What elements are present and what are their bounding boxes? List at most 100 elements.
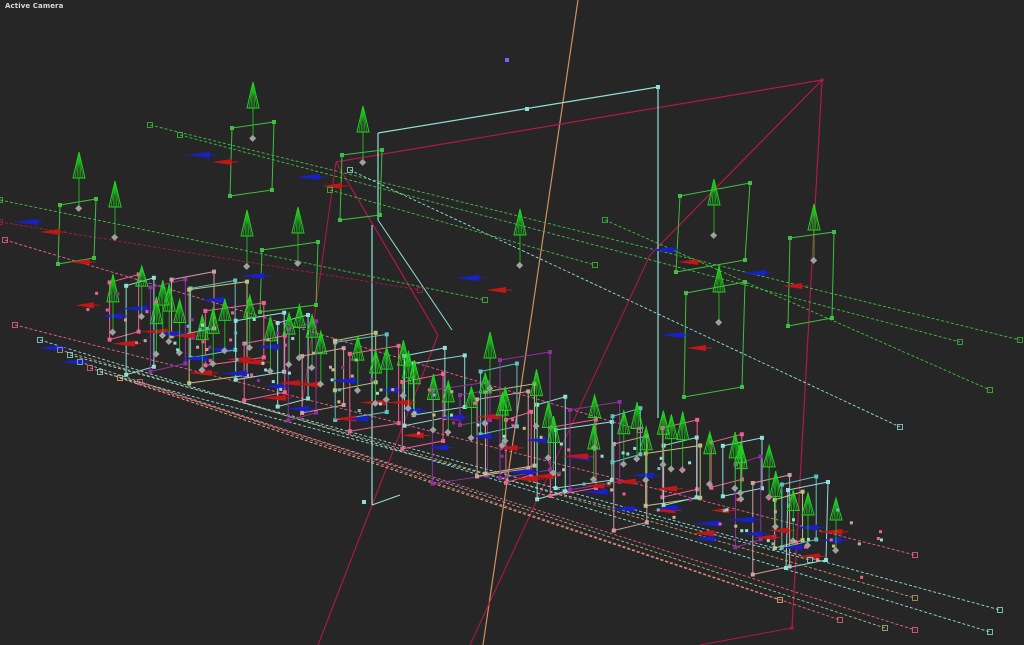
frame-corner: [563, 394, 568, 399]
frame-corner: [275, 320, 280, 325]
control-point: [370, 378, 374, 382]
arrow-head: [256, 343, 279, 350]
frame-corner: [430, 481, 435, 486]
guide-line: [335, 79, 823, 163]
control-point: [710, 486, 714, 490]
scene-canvas[interactable]: [0, 0, 1024, 645]
frame-outline: [683, 281, 746, 398]
direction-arrow-icon: [240, 273, 270, 279]
control-point: [375, 391, 379, 395]
frame-corner: [750, 480, 755, 485]
direction-arrow-icon: [471, 433, 498, 440]
control-point: [836, 508, 840, 512]
control-point: [849, 521, 853, 525]
frame-corner: [270, 188, 274, 192]
frame-corner: [610, 460, 615, 465]
frame-outline: [675, 182, 751, 273]
control-point: [331, 368, 335, 372]
control-point: [626, 452, 630, 456]
control-point: [271, 380, 275, 384]
frame-corner: [169, 277, 174, 282]
3d-viewport[interactable]: Active Camera: [0, 0, 1024, 645]
arrow-head: [660, 332, 684, 338]
control-point: [657, 467, 661, 471]
control-point: [688, 498, 692, 502]
control-point: [559, 442, 563, 446]
control-point: [525, 107, 529, 111]
direction-arrow-icon: [75, 302, 100, 309]
control-point: [86, 308, 90, 312]
origin-diamond-icon: [285, 360, 293, 368]
direction-arrow-icon: [40, 229, 66, 235]
control-point: [279, 387, 283, 391]
frame-corner: [187, 287, 192, 292]
frame-corner: [694, 435, 699, 440]
direction-arrow-icon: [796, 553, 826, 560]
control-point: [450, 390, 454, 394]
frame-corner: [340, 153, 344, 157]
origin-diamond-icon: [516, 261, 524, 269]
control-point: [105, 308, 109, 312]
arrow-head: [693, 520, 721, 527]
control-point: [354, 358, 358, 362]
control-point: [145, 310, 149, 314]
frame-corner: [212, 269, 217, 274]
locator-frame: [258, 240, 320, 314]
frame-corner: [720, 494, 725, 499]
dashed-guide: [179, 134, 961, 343]
control-point: [767, 495, 771, 499]
frame-corner: [720, 443, 725, 448]
cone-light-icon: [656, 410, 671, 469]
control-point: [190, 318, 194, 322]
frame-corner: [698, 495, 703, 500]
direction-arrow-icon: [794, 524, 824, 531]
frame-corner: [282, 369, 287, 374]
frame-corner: [553, 486, 558, 491]
dashed-guide: [329, 189, 596, 266]
control-point: [379, 388, 383, 392]
frame-corner: [233, 347, 238, 352]
cluster-frame: [779, 474, 819, 550]
frame-corner: [498, 476, 502, 480]
guide-line: [299, 161, 337, 421]
control-point: [287, 371, 291, 375]
frame-corner: [830, 316, 834, 320]
arrow-head: [296, 174, 320, 180]
cone-light-icon: [762, 443, 776, 501]
origin-diamond-icon: [667, 465, 675, 473]
frame-corner: [532, 463, 537, 468]
cluster-frame: [610, 406, 643, 465]
arrow-head: [691, 530, 714, 537]
control-point: [264, 368, 268, 372]
control-point: [567, 448, 571, 452]
selection-frames: [56, 120, 836, 577]
cone-light-icon: [707, 178, 721, 239]
frame-corner: [475, 474, 480, 479]
frame-corner: [442, 345, 447, 350]
cluster-frame: [535, 394, 568, 502]
dashed-guide: [604, 219, 991, 391]
arrow-head: [221, 370, 247, 377]
arrow-head: [612, 478, 636, 485]
guide-line: [469, 254, 651, 645]
control-point: [229, 338, 233, 342]
frame-corner: [779, 482, 784, 487]
direction-arrow-icon: [322, 183, 348, 189]
frame-corner: [347, 429, 352, 434]
origin-diamond-icon: [731, 484, 739, 492]
frame-corner: [380, 148, 384, 152]
control-point: [734, 524, 738, 528]
control-point: [736, 498, 740, 502]
arrow-head: [742, 270, 766, 276]
direction-arrow-icon: [726, 516, 761, 523]
arrow-head: [100, 313, 123, 320]
frame-corner: [644, 520, 649, 525]
arrow-head: [686, 345, 706, 351]
cone-light-icon: [314, 329, 328, 388]
control-point: [582, 482, 586, 486]
frame-corner: [396, 343, 401, 348]
arrow-head: [655, 485, 678, 492]
frame-corner: [772, 546, 777, 551]
frame-corner: [824, 558, 828, 562]
frame-corner: [107, 337, 112, 342]
